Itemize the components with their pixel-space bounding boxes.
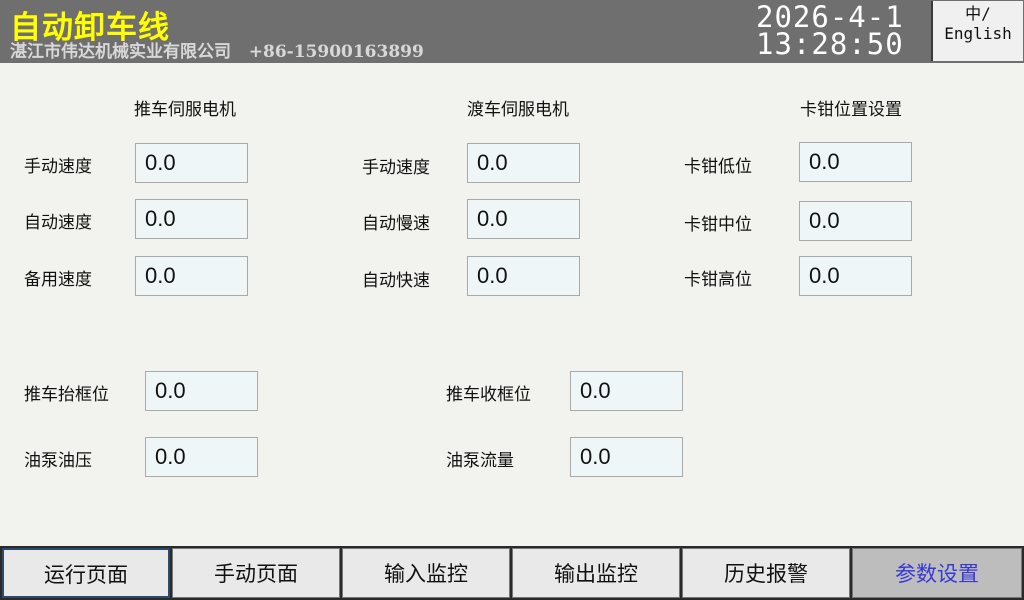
language-toggle-line1: 中/	[965, 4, 991, 23]
clamp-mid-field[interactable]: 0.0	[799, 201, 912, 241]
clamp-low-label: 卡钳低位	[684, 157, 752, 177]
lift-frame-position-field[interactable]: 0.0	[145, 371, 258, 411]
clamp-low-field[interactable]: 0.0	[799, 142, 912, 182]
retract-frame-position-field[interactable]: 0.0	[570, 371, 683, 411]
ferry-auto-slow-field[interactable]: 0.0	[467, 199, 580, 239]
nav-output-monitor-button[interactable]: 输出监控	[512, 548, 680, 598]
push-spare-speed-field[interactable]: 0.0	[135, 256, 248, 296]
nav-input-monitor-button[interactable]: 输入监控	[342, 548, 510, 598]
push-manual-speed-field[interactable]: 0.0	[135, 143, 248, 183]
nav-manual-page-button[interactable]: 手动页面	[172, 548, 340, 598]
ferry-auto-fast-field[interactable]: 0.0	[467, 256, 580, 296]
clamp-high-field[interactable]: 0.0	[799, 256, 912, 296]
pump-flow-field[interactable]: 0.0	[570, 437, 683, 477]
bottom-navigation: 运行页面 手动页面 输入监控 输出监控 历史报警 参数设置	[0, 546, 1024, 600]
ferry-manual-speed-field[interactable]: 0.0	[467, 143, 580, 183]
clamp-high-label: 卡钳高位	[684, 270, 752, 290]
heading-ferry-servo: 渡车伺服电机	[467, 100, 569, 120]
header-bar: 自动卸车线 湛江市伟达机械实业有限公司 +86-15900163899 2026…	[0, 0, 1024, 63]
push-spare-speed-label: 备用速度	[24, 270, 92, 290]
nav-parameter-settings-button[interactable]: 参数设置	[852, 548, 1022, 598]
push-manual-speed-label: 手动速度	[24, 157, 92, 177]
pump-pressure-label: 油泵油压	[24, 451, 92, 471]
nav-run-page-button[interactable]: 运行页面	[2, 548, 170, 598]
heading-push-servo: 推车伺服电机	[134, 100, 236, 120]
retract-frame-position-label: 推车收框位	[446, 385, 531, 405]
lift-frame-position-label: 推车抬框位	[24, 385, 109, 405]
ferry-manual-speed-label: 手动速度	[362, 158, 430, 178]
push-auto-speed-label: 自动速度	[24, 213, 92, 233]
push-auto-speed-field[interactable]: 0.0	[135, 199, 248, 239]
pump-flow-label: 油泵流量	[446, 451, 514, 471]
ferry-auto-fast-label: 自动快速	[362, 271, 430, 291]
nav-alarm-history-button[interactable]: 历史报警	[682, 548, 850, 598]
heading-clamp-position: 卡钳位置设置	[800, 100, 902, 120]
ferry-auto-slow-label: 自动慢速	[362, 214, 430, 234]
pump-pressure-field[interactable]: 0.0	[145, 437, 258, 477]
language-toggle-line2: English	[944, 24, 1012, 43]
language-toggle-button[interactable]: 中/ English	[931, 1, 1023, 61]
clamp-mid-label: 卡钳中位	[684, 215, 752, 235]
company-info: 湛江市伟达机械实业有限公司 +86-15900163899	[10, 42, 424, 62]
time-display: 13:28:50	[756, 27, 904, 61]
